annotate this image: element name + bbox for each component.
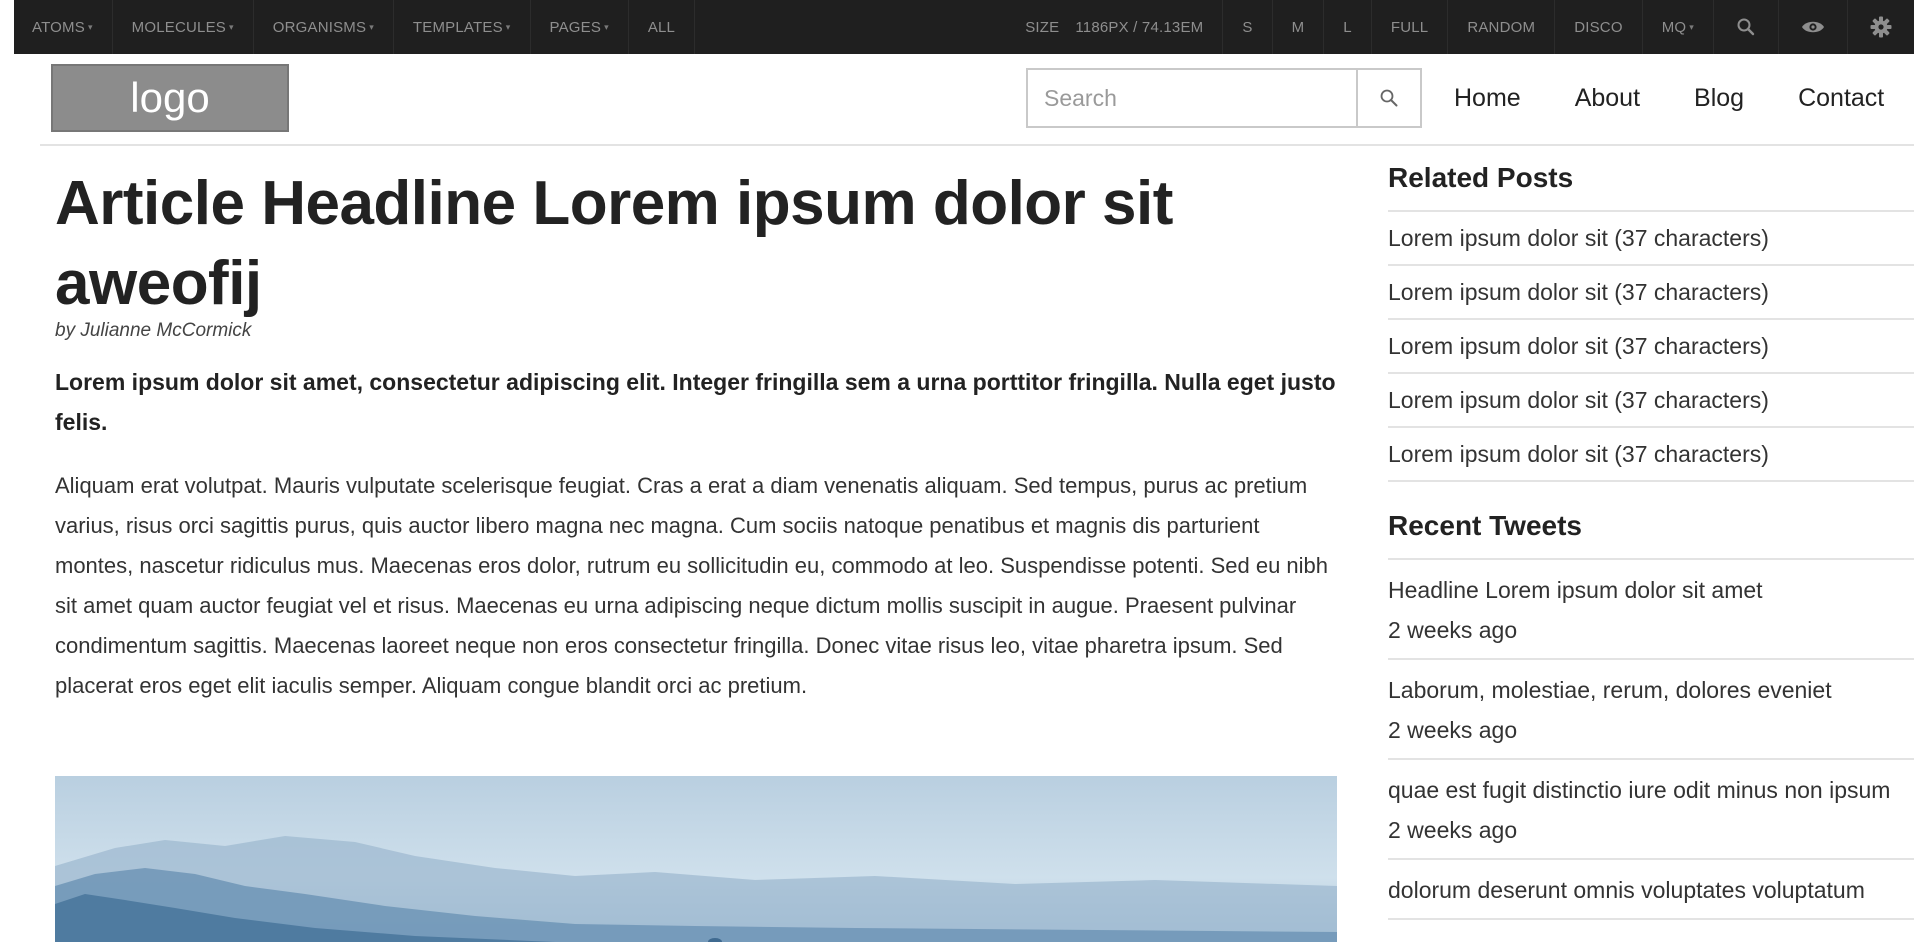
toolbar-size-s-button[interactable]: S (1223, 0, 1273, 54)
tweet-item[interactable]: Headline Lorem ipsum dolor sit amet 2 we… (1388, 560, 1914, 660)
nav-item-home[interactable]: Home (1454, 84, 1521, 113)
related-posts-list: Lorem ipsum dolor sit (37 characters) Lo… (1388, 210, 1914, 482)
nav-item-blog[interactable]: Blog (1694, 84, 1744, 113)
article-headline: Article Headline Lorem ipsum dolor sit a… (55, 169, 1173, 318)
toolbar-pages-menu[interactable]: PAGES ▾ (531, 0, 629, 54)
chevron-down-icon: ▾ (87, 21, 93, 32)
recent-tweets-list: Headline Lorem ipsum dolor sit amet 2 we… (1388, 558, 1914, 920)
chevron-down-icon: ▾ (1689, 21, 1694, 32)
tweet-text: quae est fugit distinctio iure odit minu… (1388, 777, 1891, 803)
tweet-text: dolorum deserunt omnis voluptates volupt… (1388, 877, 1865, 903)
tweet-item[interactable]: quae est fugit distinctio iure odit minu… (1388, 760, 1914, 860)
tweet-text: Headline Lorem ipsum dolor sit amet (1388, 577, 1763, 603)
toolbar-organisms-label: ORGANISMS (272, 18, 367, 36)
tweet-item[interactable]: Laborum, molestiae, rerum, dolores eveni… (1388, 660, 1914, 760)
pattern-lab-toolbar: ATOMS ▾ MOLECULES ▾ ORGANISMS ▾ TEMPLATES ▾ … (14, 0, 1914, 54)
toolbar-atoms-menu[interactable]: ATOMS ▾ (14, 0, 113, 54)
chevron-down-icon: ▾ (369, 21, 374, 32)
article-byline: by Julianne McCormick (55, 320, 252, 341)
toolbar-disco-button[interactable]: DISCO (1555, 0, 1643, 54)
toolbar-all-link[interactable]: ALL (629, 0, 696, 54)
chevron-down-icon: ▾ (604, 21, 609, 32)
toolbar-settings-button[interactable] (1848, 0, 1914, 54)
toolbar-templates-label: TEMPLATES (412, 18, 503, 36)
article-body: Aliquam erat volutpat. Mauris vulputate … (55, 473, 1329, 698)
tweet-timestamp: 2 weeks ago (1388, 617, 1518, 643)
site-logo[interactable]: logo (51, 64, 289, 132)
related-post-link[interactable]: Lorem ipsum dolor sit (37 characters) (1388, 320, 1914, 374)
chevron-down-icon: ▾ (505, 21, 511, 32)
toolbar-mq-menu[interactable]: MQ ▾ (1643, 0, 1714, 54)
primary-nav: Home About Blog Contact (1454, 68, 1884, 128)
search-submit-button[interactable] (1356, 70, 1420, 126)
related-post-link[interactable]: Lorem ipsum dolor sit (37 characters) (1388, 428, 1914, 482)
site-header: logo Home About Blog Contact (40, 54, 1914, 146)
toolbar-controls: SIZE 1186PX / 74.13EM S M L FULL RANDOM … (1006, 0, 1914, 54)
toolbar-size-l-button[interactable]: L (1324, 0, 1372, 54)
toolbar-search-button[interactable] (1714, 0, 1779, 54)
related-posts-heading: Related Posts (1388, 162, 1574, 193)
toolbar-size-m-button[interactable]: M (1273, 0, 1325, 54)
nav-item-contact[interactable]: Contact (1798, 84, 1884, 113)
article: Article Headline Lorem ipsum dolor sit a… (55, 164, 1337, 706)
related-post-link[interactable]: Lorem ipsum dolor sit (37 characters) (1388, 266, 1914, 320)
tweet-text: Laborum, molestiae, rerum, dolores eveni… (1388, 677, 1832, 703)
sidebar: Related Posts Lorem ipsum dolor sit (37 … (1388, 160, 1914, 920)
toolbar-atoms-label: ATOMS (32, 18, 85, 36)
related-post-link[interactable]: Lorem ipsum dolor sit (37 characters) (1388, 374, 1914, 428)
toolbar-view-button[interactable] (1779, 0, 1848, 54)
nav-item-about[interactable]: About (1575, 84, 1640, 113)
tweet-timestamp: 2 weeks ago (1388, 817, 1518, 843)
toolbar-pages-label: PAGES (549, 18, 602, 36)
toolbar-organisms-menu[interactable]: ORGANISMS ▾ (254, 0, 394, 54)
toolbar-mq-label: MQ (1661, 18, 1687, 36)
toolbar-size-full-button[interactable]: FULL (1372, 0, 1449, 54)
toolbar-random-button[interactable]: RANDOM (1448, 0, 1556, 54)
recent-tweets-heading: Recent Tweets (1388, 510, 1582, 541)
search-icon (1737, 18, 1755, 36)
search-form (1026, 68, 1422, 128)
mountain-landscape-image (55, 776, 1337, 942)
toolbar-nav: ATOMS ▾ MOLECULES ▾ ORGANISMS ▾ TEMPLATES ▾ … (14, 0, 696, 54)
tweet-item[interactable]: dolorum deserunt omnis voluptates volupt… (1388, 860, 1914, 920)
related-post-link[interactable]: Lorem ipsum dolor sit (37 characters) (1388, 212, 1914, 266)
toolbar-molecules-menu[interactable]: MOLECULES ▾ (113, 0, 254, 54)
search-input[interactable] (1028, 70, 1356, 126)
tweet-timestamp: 2 weeks ago (1388, 717, 1518, 743)
toolbar-size-label: SIZE (1025, 18, 1060, 36)
gear-icon (1870, 16, 1892, 38)
eye-icon (1802, 21, 1824, 33)
toolbar-templates-menu[interactable]: TEMPLATES ▾ (394, 0, 531, 54)
article-lede: Lorem ipsum dolor sit amet, consectetur … (55, 369, 1336, 435)
toolbar-molecules-label: MOLECULES (131, 18, 226, 36)
chevron-down-icon: ▾ (229, 21, 234, 32)
toolbar-all-label: ALL (647, 18, 676, 36)
toolbar-size-value[interactable]: 1186PX / 74.13EM (1065, 0, 1224, 54)
article-hero-image (55, 776, 1337, 942)
search-icon (1380, 89, 1398, 107)
